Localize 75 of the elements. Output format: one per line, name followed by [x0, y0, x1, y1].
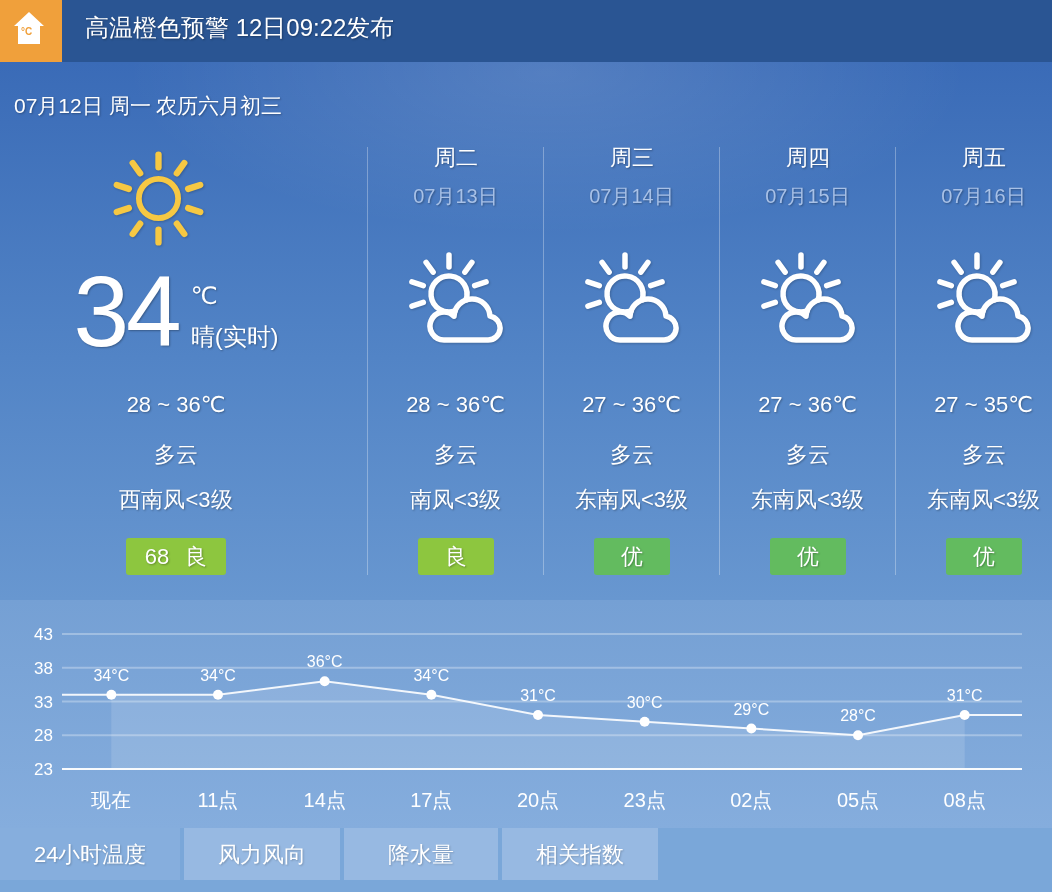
weather-condition: 多云 [961, 441, 1006, 469]
y-axis-label: 28 [34, 726, 53, 746]
wind-text: 南风<3级 [409, 486, 502, 514]
weather-condition: 多云 [785, 441, 830, 469]
sun-behind-cloud-icon [583, 251, 680, 343]
forecast-date: 07月14日 [589, 184, 674, 208]
air-quality-badge: 优 [593, 538, 670, 575]
air-quality-badge: 优 [769, 538, 846, 575]
data-point [213, 689, 223, 700]
temperature-range: 27 ~ 35℃ [934, 391, 1033, 419]
sun-behind-cloud-icon [935, 251, 1032, 343]
weather-condition: 多云 [154, 441, 198, 469]
temperature-unit: ℃ [190, 282, 218, 310]
value-label: 34°C [413, 666, 450, 684]
date-text: 07月12日 周一 农历六月初三 [14, 93, 283, 119]
data-point [959, 710, 970, 720]
wind-text: 西南风<3级 [119, 486, 233, 514]
day-name: 周四 [785, 146, 830, 170]
x-axis-label: 08点 [943, 789, 986, 811]
temperature-range: 27 ~ 36℃ [758, 391, 857, 419]
current-condition: 晴(实时) [190, 323, 279, 351]
wind-text: 东南风<3级 [574, 486, 689, 514]
temperature-range: 28 ~ 36℃ [126, 391, 226, 419]
y-axis-label: 23 [34, 760, 53, 779]
tab[interactable]: 风力风向 [184, 828, 341, 880]
tab[interactable]: 相关指数 [502, 828, 659, 880]
alert-title: 高温橙色预警 12日09:22发布 [85, 13, 395, 43]
day-name: 周二 [433, 146, 478, 170]
data-point [746, 723, 757, 734]
data-point [639, 716, 650, 727]
value-label: 29°C [733, 700, 770, 718]
x-axis-label: 20点 [516, 789, 560, 811]
x-axis-label: 23点 [623, 789, 666, 811]
x-axis-label: 14点 [303, 789, 346, 811]
x-axis-label: 11点 [197, 789, 239, 811]
value-label: 28°C [840, 707, 876, 725]
y-axis-label: 43 [34, 625, 53, 644]
value-label: 31°C [946, 687, 983, 704]
x-axis-label: 现在 [91, 789, 132, 811]
x-axis-label: 05点 [836, 789, 880, 811]
data-point [319, 676, 330, 687]
tab[interactable]: 24小时温度 [0, 828, 181, 880]
weather-condition: 多云 [433, 441, 478, 469]
wind-text: 东南风<3级 [750, 486, 865, 514]
data-point [106, 689, 117, 700]
value-label: 31°C [520, 687, 556, 704]
house-icon [14, 12, 44, 44]
y-axis-label: 38 [34, 658, 53, 678]
x-axis-label: 02点 [730, 789, 773, 811]
value-label: 34°C [200, 666, 236, 684]
logo-text: °C [21, 26, 33, 38]
forecast-date: 07月16日 [941, 184, 1026, 208]
temperature-range: 27 ~ 36℃ [582, 391, 681, 419]
air-quality-badge: 优 [945, 538, 1022, 575]
current-temperature: 34 [73, 262, 179, 360]
tab[interactable]: 降水量 [344, 828, 499, 880]
value-label: 34°C [93, 666, 130, 684]
value-label: 36°C [306, 653, 343, 671]
weather-condition: 多云 [609, 441, 654, 469]
x-axis-label: 17点 [410, 789, 453, 811]
sun-behind-cloud-icon [759, 251, 856, 343]
day-name: 周五 [961, 146, 1006, 170]
y-axis-label: 33 [34, 692, 53, 712]
forecast-date: 07月13日 [413, 184, 498, 208]
air-quality-badge: 68 良 [126, 538, 226, 575]
sun-behind-cloud-icon [407, 251, 504, 343]
data-point [426, 689, 437, 700]
air-quality-badge: 良 [417, 538, 494, 575]
wind-text: 东南风<3级 [926, 486, 1041, 514]
day-name: 周三 [609, 146, 654, 170]
data-point [533, 710, 543, 720]
data-point [853, 730, 863, 741]
value-label: 30°C [626, 693, 663, 711]
forecast-date: 07月15日 [765, 184, 850, 208]
temperature-range: 28 ~ 36℃ [406, 391, 505, 419]
